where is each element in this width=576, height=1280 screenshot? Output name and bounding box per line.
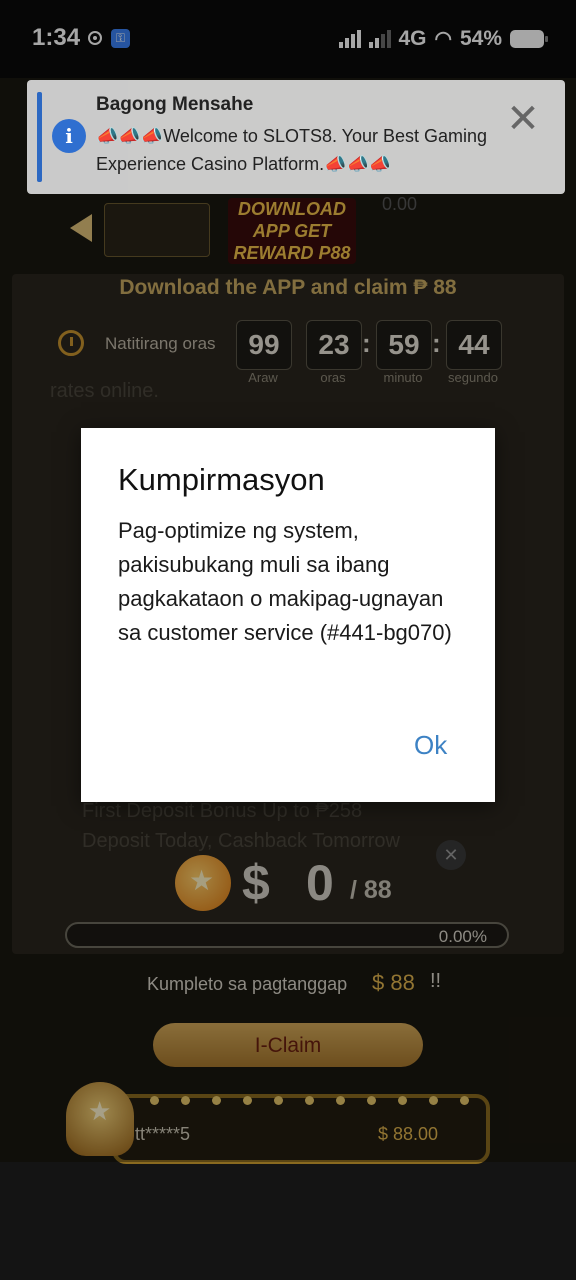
notification-accent [37,92,42,182]
ok-button[interactable]: Ok [414,730,447,761]
info-icon: i [52,119,86,153]
confirmation-dialog: Kumpirmasyon Pag-optimize ng system, pak… [81,428,495,802]
notification-close-icon[interactable]: ✕ [500,96,546,142]
dialog-message: Pag-optimize ng system, pakisubukang mul… [118,518,452,645]
dialog-title: Kumpirmasyon [118,462,325,497]
notification-body: 📣📣📣Welcome to SLOTS8. Your Best Gaming E… [96,126,488,174]
notification-title: Bagong Mensahe [96,94,254,115]
navigation-area [0,1162,576,1280]
